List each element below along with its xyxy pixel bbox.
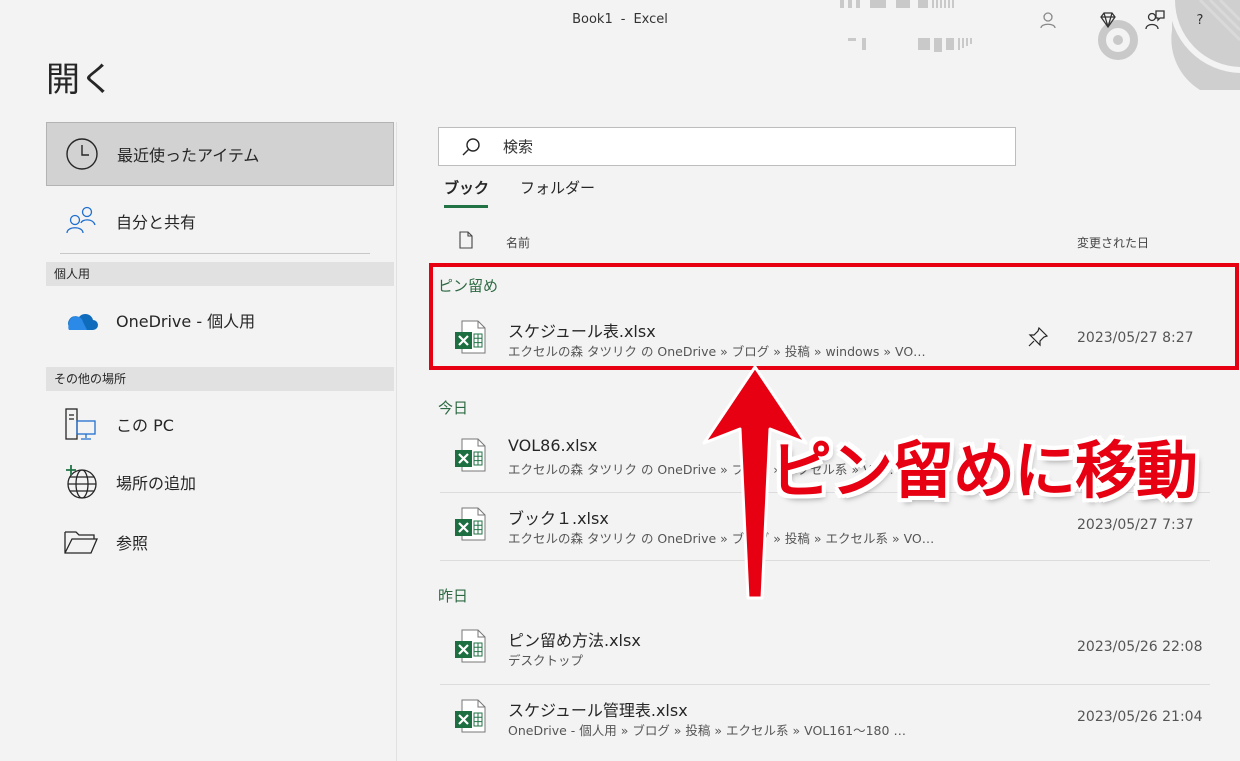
help-button[interactable]: ? <box>1188 8 1212 32</box>
search-box[interactable] <box>438 127 1016 166</box>
file-date: 2023/05/26 21:04 <box>1077 709 1203 725</box>
section-personal: 個人用 <box>46 262 394 286</box>
column-header-name[interactable]: 名前 <box>506 234 530 251</box>
folder-icon <box>46 527 116 557</box>
group-title-today: 今日 <box>438 399 469 417</box>
file-row[interactable]: スケジュール管理表.xlsx OneDrive - 個人用 » ブログ » 投稿… <box>440 685 1230 753</box>
excel-file-icon <box>455 699 486 733</box>
file-path: OneDrive - 個人用 » ブログ » 投稿 » エクセル系 » VOL1… <box>508 723 906 738</box>
file-name: ピン留め方法.xlsx <box>508 631 641 650</box>
nav-item-label: 参照 <box>116 534 149 553</box>
file-icon <box>459 231 473 249</box>
row-divider <box>440 560 1210 561</box>
onedrive-cloud-icon <box>46 308 116 332</box>
account-icon[interactable] <box>1036 8 1060 32</box>
nav-item-label: 自分と共有 <box>116 213 197 232</box>
excel-file-icon <box>455 629 486 663</box>
title-decoration <box>840 0 1240 90</box>
page-title: 開く <box>46 60 114 100</box>
pinned-highlight-box <box>429 263 1239 370</box>
nav-divider <box>60 253 370 254</box>
app-name: Excel <box>633 12 668 27</box>
nav-item-label: 場所の追加 <box>116 474 197 493</box>
nav-item-this-pc[interactable]: この PC <box>46 392 394 456</box>
file-row[interactable]: ピン留め方法.xlsx デスクトップ 2023/05/26 22:08 <box>440 615 1230 683</box>
title-separator: - <box>620 12 626 27</box>
nav-item-label: 最近使ったアイテム <box>117 146 260 165</box>
file-name: VOL86.xlsx <box>508 436 598 455</box>
clock-icon <box>47 136 117 172</box>
column-header-modified[interactable]: 変更された日 <box>1077 234 1149 251</box>
callout-text: ピン留めに移動 <box>770 434 1198 507</box>
pane-divider <box>396 122 397 761</box>
nav-item-browse[interactable]: 参照 <box>46 510 394 574</box>
nav-item-recent[interactable]: 最近使ったアイテム <box>46 122 394 186</box>
computer-icon <box>46 405 116 443</box>
feedback-icon[interactable] <box>1143 8 1167 32</box>
group-title-yesterday: 昨日 <box>438 587 469 605</box>
search-input[interactable] <box>503 137 983 156</box>
nav-item-label: この PC <box>116 416 174 435</box>
diamond-icon[interactable] <box>1096 8 1120 32</box>
file-name: ブック１.xlsx <box>508 509 609 528</box>
add-globe-icon <box>46 463 116 501</box>
nav-item-label: OneDrive - 個人用 <box>116 312 256 331</box>
excel-file-icon <box>455 507 486 541</box>
section-other-places: その他の場所 <box>46 367 394 391</box>
file-date: 2023/05/27 7:37 <box>1077 517 1194 533</box>
file-name: スケジュール管理表.xlsx <box>508 701 688 720</box>
nav-item-add-place[interactable]: 場所の追加 <box>46 450 394 514</box>
excel-file-icon <box>455 438 486 472</box>
tab-folders[interactable]: フォルダー <box>520 177 595 209</box>
search-icon <box>439 137 503 157</box>
people-icon <box>46 203 116 239</box>
nav-item-onedrive[interactable]: OneDrive - 個人用 <box>46 288 394 352</box>
document-name: Book1 <box>572 12 613 27</box>
active-tab-indicator <box>444 205 488 208</box>
file-path: デスクトップ <box>508 653 584 668</box>
file-date: 2023/05/26 22:08 <box>1077 639 1203 655</box>
nav-item-shared[interactable]: 自分と共有 <box>46 189 394 253</box>
